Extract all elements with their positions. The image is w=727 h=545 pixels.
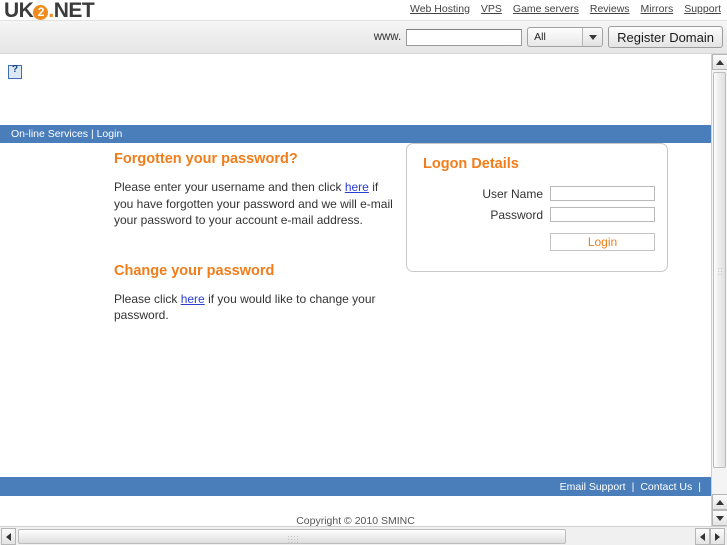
forgotten-text-before: Please enter your username and then clic… xyxy=(114,180,342,194)
section-bar-label: On-line Services | Login xyxy=(11,128,123,140)
vertical-scrollbar[interactable] xyxy=(711,54,727,526)
horizontal-scrollbar-thumb[interactable] xyxy=(18,529,566,544)
tld-select-value: All xyxy=(534,31,546,43)
content-frame: On-line Services | Login Forgotten your … xyxy=(0,64,711,526)
scroll-down-icon-2[interactable] xyxy=(712,510,727,526)
vertical-thumb-grip xyxy=(717,267,724,277)
logo-prefix: UK xyxy=(4,0,34,22)
logon-details-title: Logon Details xyxy=(423,156,519,172)
footer-link-contact-us[interactable]: Contact Us xyxy=(640,481,692,493)
logon-details-panel: Logon Details User Name Password Login xyxy=(406,143,668,272)
forgotten-password-heading: Forgotten your password? xyxy=(114,151,298,167)
domain-search-group: www. All Register Domain xyxy=(374,21,723,53)
password-input[interactable] xyxy=(550,207,655,222)
forgotten-password-text: Please enter your username and then clic… xyxy=(114,179,394,229)
username-row: User Name xyxy=(419,186,655,201)
nav-link-game-servers[interactable]: Game servers xyxy=(513,3,579,15)
page-header: UK 2 .NET Web Hosting VPS Game servers Review… xyxy=(0,0,727,22)
scroll-right-icon-1[interactable] xyxy=(695,528,710,545)
tld-select[interactable]: All xyxy=(527,27,604,47)
footer-separator-1: | xyxy=(631,480,635,493)
change-password-heading: Change your password xyxy=(114,262,275,279)
register-domain-button[interactable]: Register Domain xyxy=(608,26,723,48)
change-text-before: Please click xyxy=(114,291,178,306)
chevron-down-icon[interactable] xyxy=(582,28,603,46)
horizontal-scrollbar[interactable] xyxy=(0,526,727,545)
logo-suffix: NET xyxy=(53,0,95,22)
username-label: User Name xyxy=(482,186,543,201)
password-label: Password xyxy=(490,207,543,222)
horizontal-thumb-grip xyxy=(287,535,299,543)
footer-separator-2: | xyxy=(698,480,701,493)
password-row: Password xyxy=(419,207,655,222)
nav-link-reviews[interactable]: Reviews xyxy=(590,3,630,15)
top-navigation: Web Hosting VPS Game servers Reviews Mirrors… xyxy=(410,3,721,15)
section-bar: On-line Services | Login xyxy=(0,125,711,143)
login-button[interactable]: Login xyxy=(550,233,655,251)
nav-link-mirrors[interactable]: Mirrors xyxy=(641,3,674,15)
forgotten-password-here-link[interactable]: here xyxy=(345,180,369,194)
page-viewport: On-line Services | Login Forgotten your … xyxy=(0,54,711,526)
logo-circle-2: 2 xyxy=(33,5,49,20)
domain-search-toolbar: www. All Register Domain xyxy=(0,20,727,54)
scroll-down-icon[interactable] xyxy=(712,494,727,510)
www-label: www. xyxy=(373,31,402,43)
change-password-text: Please click here if you would like to c… xyxy=(114,291,394,324)
domain-search-input[interactable] xyxy=(406,28,523,46)
footer-link-email-support[interactable]: Email Support xyxy=(560,481,626,493)
change-password-here-link[interactable]: here xyxy=(181,292,205,306)
vertical-scrollbar-thumb[interactable] xyxy=(713,72,726,468)
nav-link-support[interactable]: Support xyxy=(684,3,721,15)
scroll-left-icon[interactable] xyxy=(1,528,16,545)
copyright-text: Copyright © 2010 SMINC xyxy=(296,515,415,526)
scroll-up-icon[interactable] xyxy=(712,54,727,70)
main-content: Forgotten your password? Please enter yo… xyxy=(0,143,711,477)
broken-image-icon xyxy=(8,64,22,79)
nav-link-web-hosting[interactable]: Web Hosting xyxy=(410,3,470,15)
nav-link-vps[interactable]: VPS xyxy=(481,3,502,15)
password-help-column: Forgotten your password? Please enter yo… xyxy=(114,151,394,324)
scroll-right-icon-2[interactable] xyxy=(710,528,725,545)
login-button-row: Login xyxy=(419,228,655,251)
footer-bar: Email Support | Contact Us | xyxy=(0,477,711,496)
username-input[interactable] xyxy=(550,186,655,201)
